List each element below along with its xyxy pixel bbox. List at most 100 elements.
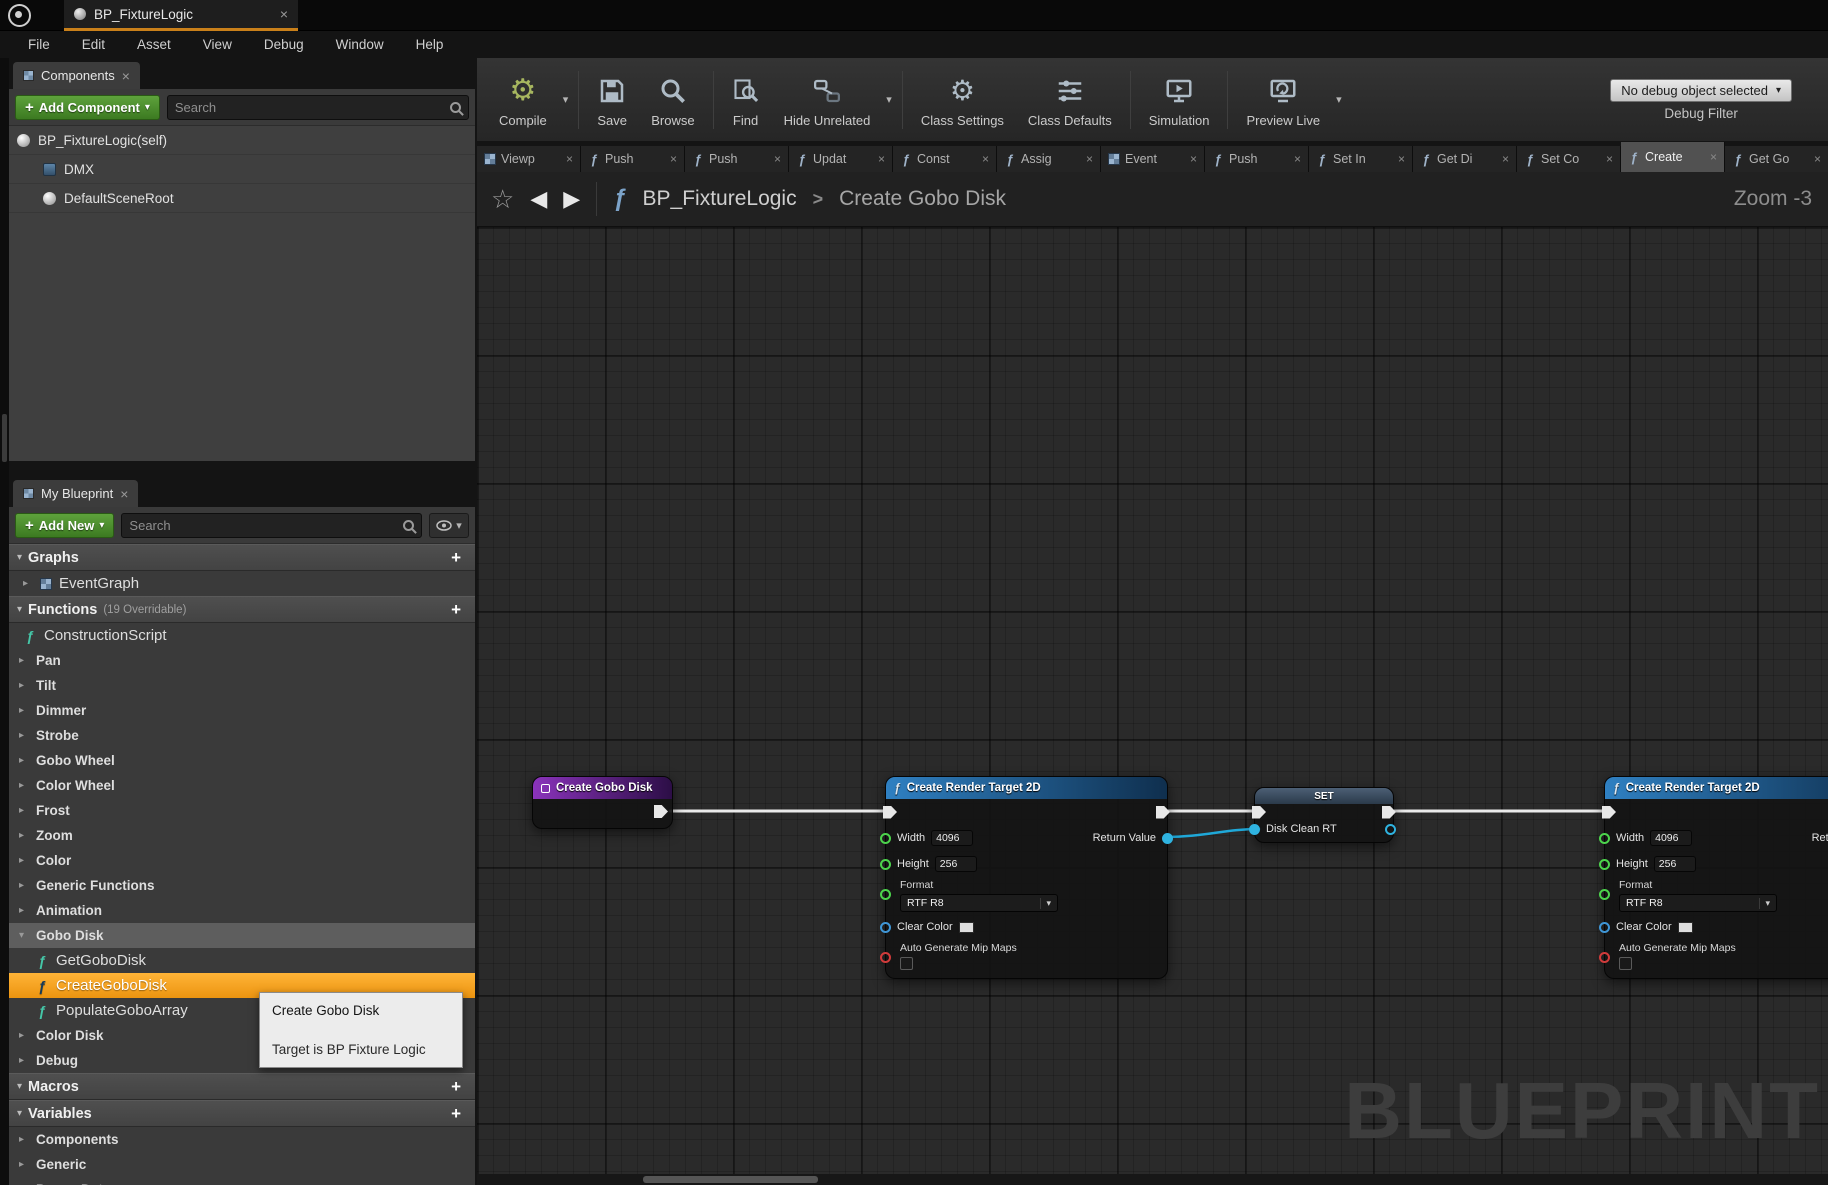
clear-color-swatch[interactable] xyxy=(959,922,974,933)
width-input[interactable] xyxy=(1650,830,1692,846)
format-dropdown[interactable]: RTF R8 ▾ xyxy=(1619,894,1777,912)
width-pin[interactable] xyxy=(1599,833,1610,844)
expand-icon[interactable]: ▸ xyxy=(19,730,29,741)
expand-icon[interactable]: ▸ xyxy=(23,578,33,589)
node-create-render-target-2d-1[interactable]: ƒ Create Render Target 2D Width Return V… xyxy=(885,776,1168,979)
hide-unrelated-options-dropdown[interactable]: ▾ xyxy=(882,93,896,106)
clear-color-pin[interactable] xyxy=(880,922,891,933)
category-pan[interactable]: ▸ Pan xyxy=(9,648,475,673)
close-icon[interactable]: × xyxy=(878,152,885,166)
tree-row-dmx[interactable]: DMX xyxy=(9,155,475,184)
close-icon[interactable]: × xyxy=(1294,152,1301,166)
expand-icon[interactable]: ▸ xyxy=(19,780,29,791)
preview-live-button[interactable]: Preview Live xyxy=(1234,62,1332,138)
add-component-button[interactable]: + Add Component ▾ xyxy=(15,95,160,120)
node-header[interactable]: Create Gobo Disk xyxy=(533,777,672,799)
save-button[interactable]: Save xyxy=(585,62,639,138)
compile-options-dropdown[interactable]: ▾ xyxy=(559,93,573,106)
class-defaults-button[interactable]: Class Defaults xyxy=(1016,62,1124,138)
find-button[interactable]: Find xyxy=(720,62,772,138)
return-value-pin[interactable] xyxy=(1162,833,1173,844)
category-dimmer[interactable]: ▸ Dimmer xyxy=(9,698,475,723)
expand-icon[interactable]: ▸ xyxy=(19,1159,29,1170)
hide-unrelated-button[interactable]: Hide Unrelated xyxy=(772,62,883,138)
exec-out-pin[interactable] xyxy=(654,805,668,818)
section-macros[interactable]: ▾ Macros + xyxy=(9,1073,475,1100)
blueprint-graph-canvas[interactable]: BLUEPRINT Create Gobo Disk ƒ Create Rend… xyxy=(477,227,1828,1185)
close-icon[interactable]: × xyxy=(670,152,677,166)
expand-icon[interactable]: ▸ xyxy=(19,855,29,866)
width-input[interactable] xyxy=(931,830,973,846)
disk-clean-rt-out-pin[interactable] xyxy=(1385,824,1396,835)
add-variable-button[interactable]: + xyxy=(445,1104,467,1124)
graph-tab-create-active[interactable]: ƒ Create × xyxy=(1621,142,1725,172)
category-gobo-disk[interactable]: ▾ Gobo Disk xyxy=(9,923,475,948)
close-icon[interactable]: × xyxy=(566,152,573,166)
category-color-wheel[interactable]: ▸ Color Wheel xyxy=(9,773,475,798)
add-function-button[interactable]: + xyxy=(445,600,467,620)
back-arrow-icon[interactable]: ◀ xyxy=(530,186,547,212)
format-pin[interactable] xyxy=(880,889,891,900)
close-icon[interactable]: × xyxy=(1814,152,1821,166)
asset-tab-bp-fixturelogic[interactable]: BP_FixtureLogic × xyxy=(64,0,298,31)
graph-tab-push-2[interactable]: ƒ Push × xyxy=(685,146,789,172)
section-functions[interactable]: ▾ Functions (19 Overridable) + xyxy=(9,596,475,623)
expand-icon[interactable]: ▸ xyxy=(19,805,29,816)
tab-components[interactable]: Components × xyxy=(13,62,140,89)
category-animation[interactable]: ▸ Animation xyxy=(9,898,475,923)
section-variables[interactable]: ▾ Variables + xyxy=(9,1100,475,1127)
close-icon[interactable]: × xyxy=(1606,152,1613,166)
close-icon[interactable]: × xyxy=(1190,152,1197,166)
category-color[interactable]: ▸ Color xyxy=(9,848,475,873)
graph-tab-event[interactable]: Event × xyxy=(1101,146,1205,172)
disk-clean-rt-in-pin[interactable] xyxy=(1249,824,1260,835)
node-header[interactable]: ƒ Create Render Target 2D xyxy=(1605,777,1828,799)
exec-out-pin[interactable] xyxy=(1156,806,1170,819)
breadcrumb-root[interactable]: BP_FixtureLogic xyxy=(643,187,797,211)
category-frost[interactable]: ▸ Frost xyxy=(9,798,475,823)
menu-debug[interactable]: Debug xyxy=(248,31,320,58)
collapse-icon[interactable]: ▾ xyxy=(19,930,29,941)
graph-tab-assign[interactable]: ƒ Assig × xyxy=(997,146,1101,172)
exec-in-pin[interactable] xyxy=(1602,806,1616,819)
graph-horizontal-scrollbar[interactable] xyxy=(477,1174,1828,1185)
list-item-eventgraph[interactable]: ▸ EventGraph xyxy=(9,571,475,596)
graph-tab-get-go[interactable]: ƒ Get Go × xyxy=(1725,146,1828,172)
expand-icon[interactable]: ▸ xyxy=(19,1055,29,1066)
add-macro-button[interactable]: + xyxy=(445,1077,467,1097)
graph-tab-push-1[interactable]: ƒ Push × xyxy=(581,146,685,172)
exec-in-pin[interactable] xyxy=(1252,806,1266,819)
graph-tab-set-co[interactable]: ƒ Set Co × xyxy=(1517,146,1621,172)
menu-help[interactable]: Help xyxy=(400,31,460,58)
list-item-constructionscript[interactable]: ƒ ConstructionScript xyxy=(9,623,475,648)
visibility-filter-button[interactable]: ▾ xyxy=(429,513,469,538)
exec-in-pin[interactable] xyxy=(883,806,897,819)
category-strobe[interactable]: ▸ Strobe xyxy=(9,723,475,748)
menu-file[interactable]: File xyxy=(12,31,66,58)
category-zoom[interactable]: ▸ Zoom xyxy=(9,823,475,848)
width-pin[interactable] xyxy=(880,833,891,844)
expand-icon[interactable]: ▸ xyxy=(19,830,29,841)
left-edge-scrollbar[interactable] xyxy=(0,58,9,1185)
graph-tab-get-di[interactable]: ƒ Get Di × xyxy=(1413,146,1517,172)
tree-row-defaultsceneroot[interactable]: DefaultSceneRoot xyxy=(9,184,475,213)
exec-out-pin[interactable] xyxy=(1382,806,1396,819)
close-icon[interactable]: × xyxy=(120,487,128,501)
simulation-button[interactable]: Simulation xyxy=(1137,62,1222,138)
menu-asset[interactable]: Asset xyxy=(121,31,187,58)
node-create-gobo-disk-entry[interactable]: Create Gobo Disk xyxy=(532,776,673,829)
browse-button[interactable]: Browse xyxy=(639,62,706,138)
auto-generate-mip-maps-pin[interactable] xyxy=(1599,952,1610,963)
expand-icon[interactable]: ▸ xyxy=(19,655,29,666)
graph-tab-update[interactable]: ƒ Updat × xyxy=(789,146,893,172)
menu-window[interactable]: Window xyxy=(320,31,400,58)
close-icon[interactable]: × xyxy=(122,69,130,83)
node-set-disk-clean-rt[interactable]: SET Disk Clean RT xyxy=(1254,787,1394,843)
category-gobo-wheel[interactable]: ▸ Gobo Wheel xyxy=(9,748,475,773)
category-param-data[interactable]: ▸ Param Data xyxy=(9,1177,475,1185)
expand-icon[interactable]: ▸ xyxy=(19,1134,29,1145)
graph-tab-set-in[interactable]: ƒ Set In × xyxy=(1309,146,1413,172)
forward-arrow-icon[interactable]: ▶ xyxy=(563,186,580,212)
add-graph-button[interactable]: + xyxy=(445,548,467,568)
node-header[interactable]: SET xyxy=(1255,788,1393,804)
